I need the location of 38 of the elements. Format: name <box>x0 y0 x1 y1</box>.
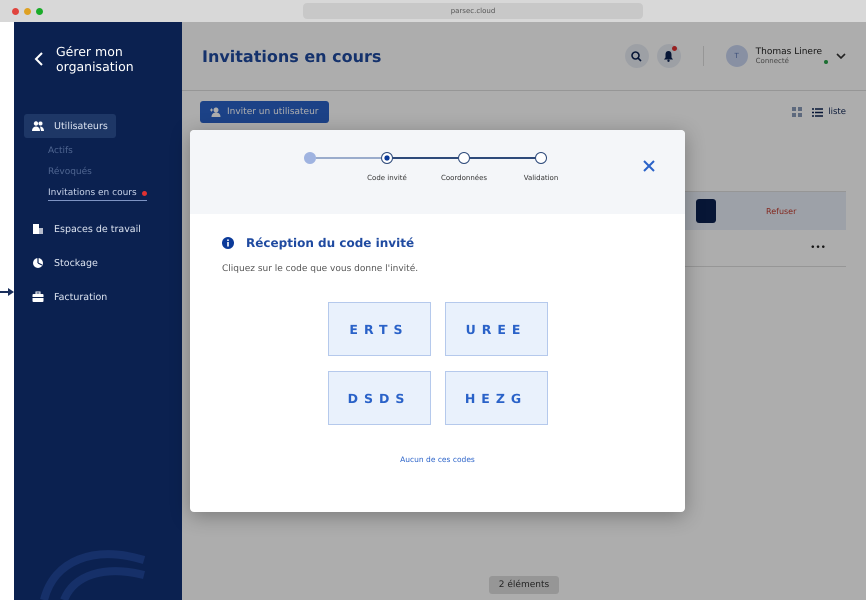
sidebar-item[interactable]: Utilisateurs <box>24 114 116 138</box>
code-option-button[interactable]: HEZG <box>444 371 548 425</box>
sidebar-subitem[interactable]: Révoqués <box>48 167 92 177</box>
sidebar-item[interactable]: Espaces de travail <box>24 217 149 241</box>
sidebar-title: Gérer mon organisation <box>56 44 135 74</box>
instruction-text: Cliquez sur le code que vous donne l'invité. <box>222 264 418 274</box>
info-icon <box>222 237 234 249</box>
dialog-title: Réception du code invité <box>246 236 414 250</box>
search-icon <box>631 50 642 62</box>
add-user-icon <box>210 107 221 117</box>
item-count: 2 éléments <box>488 576 560 594</box>
sidebar-subitem[interactable]: Invitations en cours <box>48 188 147 201</box>
briefcase-icon <box>32 291 44 303</box>
window-close-control[interactable] <box>12 8 19 14</box>
pie-chart-icon <box>32 257 44 269</box>
reject-button[interactable]: Refuser <box>766 206 826 216</box>
more-options-button[interactable]: ••• <box>810 243 826 253</box>
back-chevron-icon[interactable] <box>34 52 44 66</box>
close-icon[interactable] <box>643 160 655 172</box>
list-icon <box>812 108 824 116</box>
code-option-button[interactable]: UREE <box>444 302 548 356</box>
sidebar-item[interactable]: Facturation <box>24 285 116 309</box>
sidebar-item[interactable]: Stockage <box>24 251 106 275</box>
users-icon <box>32 120 44 132</box>
grid-view-icon[interactable] <box>792 107 802 117</box>
bell-icon <box>663 50 674 62</box>
arrow-icon <box>0 287 14 297</box>
notifications-button[interactable] <box>656 44 681 68</box>
sidebar-subitem[interactable]: Actifs <box>48 146 73 156</box>
building-icon <box>32 223 44 235</box>
search-button[interactable] <box>624 44 649 68</box>
code-option-button[interactable]: DSDS <box>328 371 430 425</box>
user-name: Thomas Linere <box>756 47 822 57</box>
page-title: Invitations en cours <box>202 46 382 66</box>
list-view-button[interactable]: liste <box>812 107 846 117</box>
chevron-down-icon[interactable] <box>836 52 846 60</box>
code-option-button[interactable]: ERTS <box>328 302 430 356</box>
invite-user-button[interactable]: Inviter un utilisateur <box>200 101 328 123</box>
